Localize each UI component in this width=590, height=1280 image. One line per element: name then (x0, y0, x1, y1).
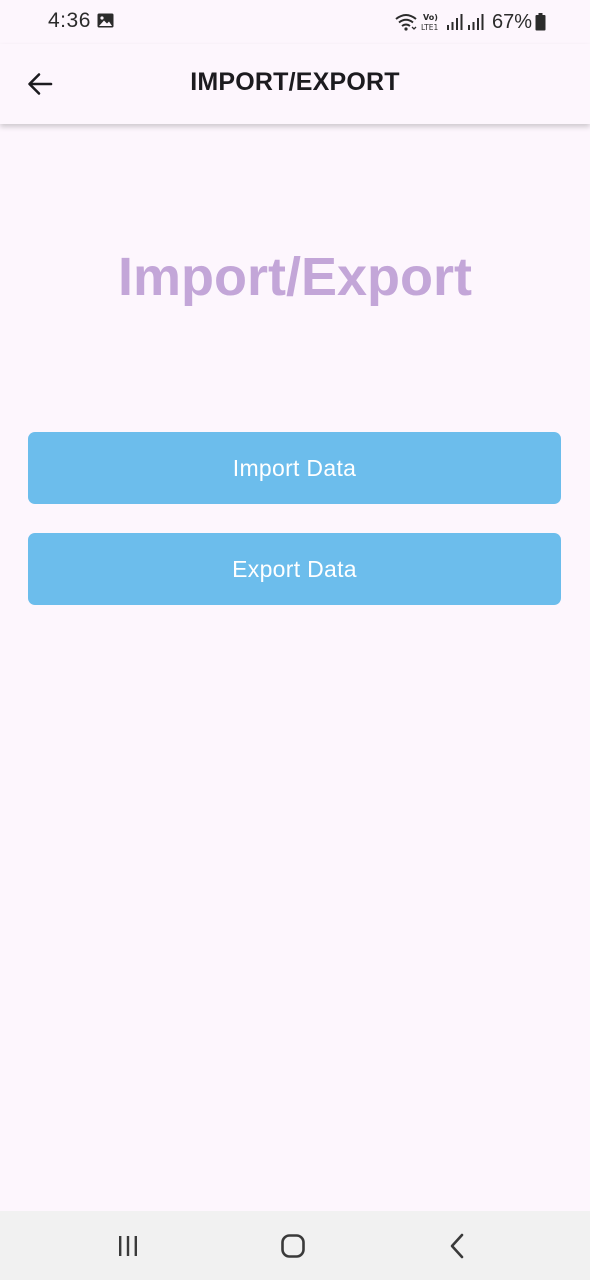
import-data-button[interactable]: Import Data (28, 432, 561, 504)
wifi-icon (395, 14, 417, 31)
status-bar: 4:36 Vo) LTE1 67% (0, 0, 590, 44)
status-icons: Vo) LTE1 67% (394, 9, 546, 35)
svg-text:Vo): Vo) (423, 13, 438, 22)
system-nav-bar (0, 1211, 590, 1280)
recents-icon (119, 1236, 137, 1256)
signal-icon (446, 14, 463, 30)
signal-icon (467, 14, 484, 30)
battery-icon (535, 13, 546, 31)
volte-lte-icon: Vo) LTE1 (421, 13, 438, 32)
export-data-button[interactable]: Export Data (28, 533, 561, 605)
status-time: 4:36 (48, 9, 91, 32)
gallery-icon (97, 13, 114, 28)
nav-back-button[interactable] (440, 1229, 476, 1263)
recents-button[interactable] (110, 1229, 146, 1263)
section-heading: Import/Export (117, 247, 472, 307)
home-icon (281, 1234, 305, 1258)
back-icon (450, 1233, 464, 1259)
battery-percent: 67% (491, 10, 532, 33)
import-data-label: Import Data (232, 454, 357, 481)
screen: 4:36 Vo) LTE1 67% IMPORT/EXPORT Import/E… (0, 0, 590, 1280)
app-bar: IMPORT/EXPORT (0, 44, 590, 124)
page-title: IMPORT/EXPORT (190, 68, 400, 96)
home-button[interactable] (275, 1229, 311, 1263)
export-data-label: Export Data (232, 555, 357, 582)
svg-text:LTE1: LTE1 (421, 23, 438, 32)
